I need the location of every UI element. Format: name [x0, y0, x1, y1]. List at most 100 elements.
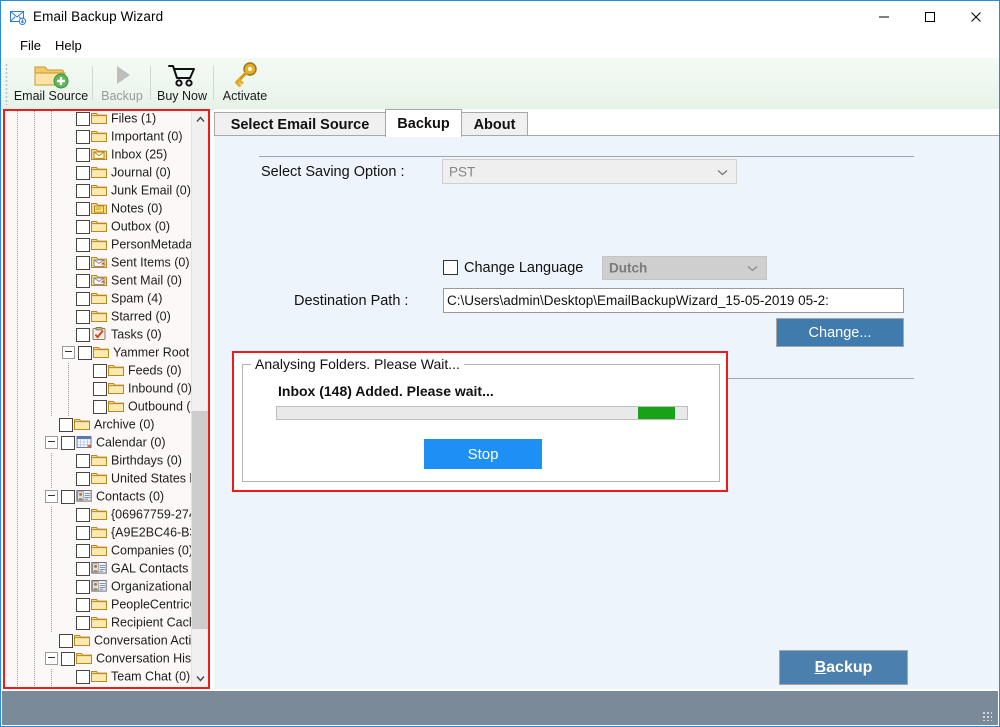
toolbar-grip[interactable] — [5, 63, 8, 105]
stop-button[interactable]: Stop — [424, 439, 542, 469]
tree-item[interactable]: Conversation History — [5, 651, 194, 669]
toolbar-button-backup[interactable]: Backup — [95, 60, 149, 107]
tree-item-checkbox[interactable] — [93, 363, 107, 378]
tree-item[interactable]: Sent Items (0) — [5, 255, 194, 273]
tree-item[interactable]: Feeds (0) — [5, 363, 194, 381]
tree-item-checkbox[interactable] — [76, 327, 90, 342]
tree-item-checkbox[interactable] — [76, 291, 90, 306]
tree-item-checkbox[interactable] — [76, 597, 90, 612]
tree-item-checkbox[interactable] — [76, 525, 90, 540]
tree-item-checkbox[interactable] — [76, 219, 90, 234]
tab-select-email-source[interactable]: Select Email Source — [214, 112, 386, 137]
tree-item[interactable]: Outbound (0) — [5, 399, 194, 417]
tree-item-checkbox[interactable] — [93, 399, 107, 414]
toolbar-button-email-source[interactable]: Email Source — [12, 60, 90, 107]
tree-item-checkbox[interactable] — [59, 417, 73, 432]
tree-item-checkbox[interactable] — [76, 183, 90, 198]
toolbar-button-buy-now[interactable]: Buy Now — [153, 60, 211, 107]
minimize-button[interactable] — [861, 1, 907, 33]
tree-item[interactable]: {06967759-274D-4 — [5, 507, 194, 525]
tree-item[interactable]: Conversation Action — [5, 633, 194, 651]
tree-item[interactable]: Inbox (25) — [5, 147, 194, 165]
tree-item-checkbox[interactable] — [76, 453, 90, 468]
tree-item[interactable]: Team Chat (0) — [5, 669, 194, 687]
tree-item-checkbox[interactable] — [76, 669, 90, 684]
tree-item[interactable]: Notes (0) — [5, 201, 194, 219]
tree-item[interactable]: GAL Contacts (0) — [5, 561, 194, 579]
destination-path-input[interactable] — [443, 288, 904, 313]
tree-item[interactable]: Yammer Root (( — [5, 345, 194, 363]
tree-item[interactable]: Important (0) — [5, 129, 194, 147]
tree-item[interactable]: Starred (0) — [5, 309, 194, 327]
folder-tree[interactable]: Files (1) Important (0) Inbox (25) Journal … — [5, 111, 194, 687]
tree-item[interactable]: PersonMetadat — [5, 237, 194, 255]
saving-option-dropdown[interactable]: PST — [442, 159, 737, 184]
collapse-minus-icon[interactable] — [45, 652, 58, 666]
scroll-thumb[interactable] — [192, 411, 208, 629]
tree-item[interactable]: Birthdays (0) — [5, 453, 194, 471]
tree-item-checkbox[interactable] — [78, 345, 92, 360]
menu-item-file[interactable]: File — [12, 36, 49, 56]
shopping-cart-icon — [153, 61, 211, 89]
language-dropdown[interactable]: Dutch — [602, 256, 767, 280]
tree-item-checkbox[interactable] — [76, 237, 90, 252]
change-language-checkbox[interactable] — [443, 260, 458, 276]
menu-item-help[interactable]: Help — [47, 36, 90, 56]
scroll-down-button[interactable] — [192, 670, 208, 687]
close-button[interactable] — [953, 1, 999, 33]
tree-item[interactable]: {A9E2BC46-B3A0- — [5, 525, 194, 543]
tree-item-checkbox[interactable] — [76, 129, 90, 144]
tree-item-checkbox[interactable] — [76, 201, 90, 216]
tree-item[interactable]: Files (1) — [5, 111, 194, 129]
change-language-row[interactable]: Change Language — [443, 259, 583, 277]
tree-item-checkbox[interactable] — [61, 435, 75, 450]
tree-item-label: Spam (4) — [111, 291, 163, 306]
tree-item-checkbox[interactable] — [76, 579, 90, 594]
tree-item-checkbox[interactable] — [76, 507, 90, 522]
tree-item[interactable]: Contacts (0) — [5, 489, 194, 507]
tree-item-checkbox[interactable] — [59, 633, 73, 648]
tree-item-label: Birthdays (0) — [111, 453, 182, 468]
tree-item[interactable]: Tasks (0) — [5, 327, 194, 345]
tree-item[interactable]: Recipient Cache ( — [5, 615, 194, 633]
change-path-button[interactable]: Change... — [776, 318, 904, 347]
tree-item[interactable]: Calendar (0) — [5, 435, 194, 453]
collapse-minus-icon[interactable] — [45, 436, 58, 450]
tab-backup[interactable]: Backup — [385, 109, 462, 137]
change-language-label: Change Language — [464, 259, 584, 276]
tab-about[interactable]: About — [461, 112, 528, 137]
tree-item[interactable]: Outbox (0) — [5, 219, 194, 237]
tree-item[interactable]: Inbound (0) — [5, 381, 194, 399]
tree-item-checkbox[interactable] — [76, 561, 90, 576]
collapse-minus-icon[interactable] — [45, 490, 58, 504]
tasks-folder-icon — [91, 327, 107, 341]
tree-item[interactable]: Junk Email (0) — [5, 183, 194, 201]
tree-item[interactable]: United States holid — [5, 471, 194, 489]
tree-item-checkbox[interactable] — [76, 165, 90, 180]
tree-item[interactable]: Sent Mail (0) — [5, 273, 194, 291]
tree-item-checkbox[interactable] — [76, 471, 90, 486]
tree-item-checkbox[interactable] — [76, 273, 90, 288]
tree-item[interactable]: Journal (0) — [5, 165, 194, 183]
tree-item-checkbox[interactable] — [76, 255, 90, 270]
toolbar-button-activate[interactable]: Activate — [217, 60, 273, 107]
tree-item[interactable]: Spam (4) — [5, 291, 194, 309]
tree-item-checkbox[interactable] — [93, 381, 107, 396]
tree-item-checkbox[interactable] — [76, 543, 90, 558]
backup-button[interactable]: Backup — [779, 650, 908, 685]
tree-vertical-scrollbar[interactable] — [191, 111, 208, 687]
tree-item-checkbox[interactable] — [76, 147, 90, 162]
tree-item-checkbox[interactable] — [76, 309, 90, 324]
tree-item-checkbox[interactable] — [76, 111, 90, 126]
tree-item[interactable]: PeopleCentricCon — [5, 597, 194, 615]
resize-grip-icon[interactable] — [982, 711, 992, 721]
tree-item[interactable]: Companies (0) — [5, 543, 194, 561]
tree-item[interactable]: Organizational Co — [5, 579, 194, 597]
maximize-button[interactable] — [907, 1, 953, 33]
tree-item-checkbox[interactable] — [61, 489, 75, 504]
collapse-minus-icon[interactable] — [62, 346, 75, 360]
tree-item[interactable]: Archive (0) — [5, 417, 194, 435]
tree-item-checkbox[interactable] — [61, 651, 75, 666]
tree-item-checkbox[interactable] — [76, 615, 90, 630]
scroll-up-button[interactable] — [192, 111, 208, 128]
